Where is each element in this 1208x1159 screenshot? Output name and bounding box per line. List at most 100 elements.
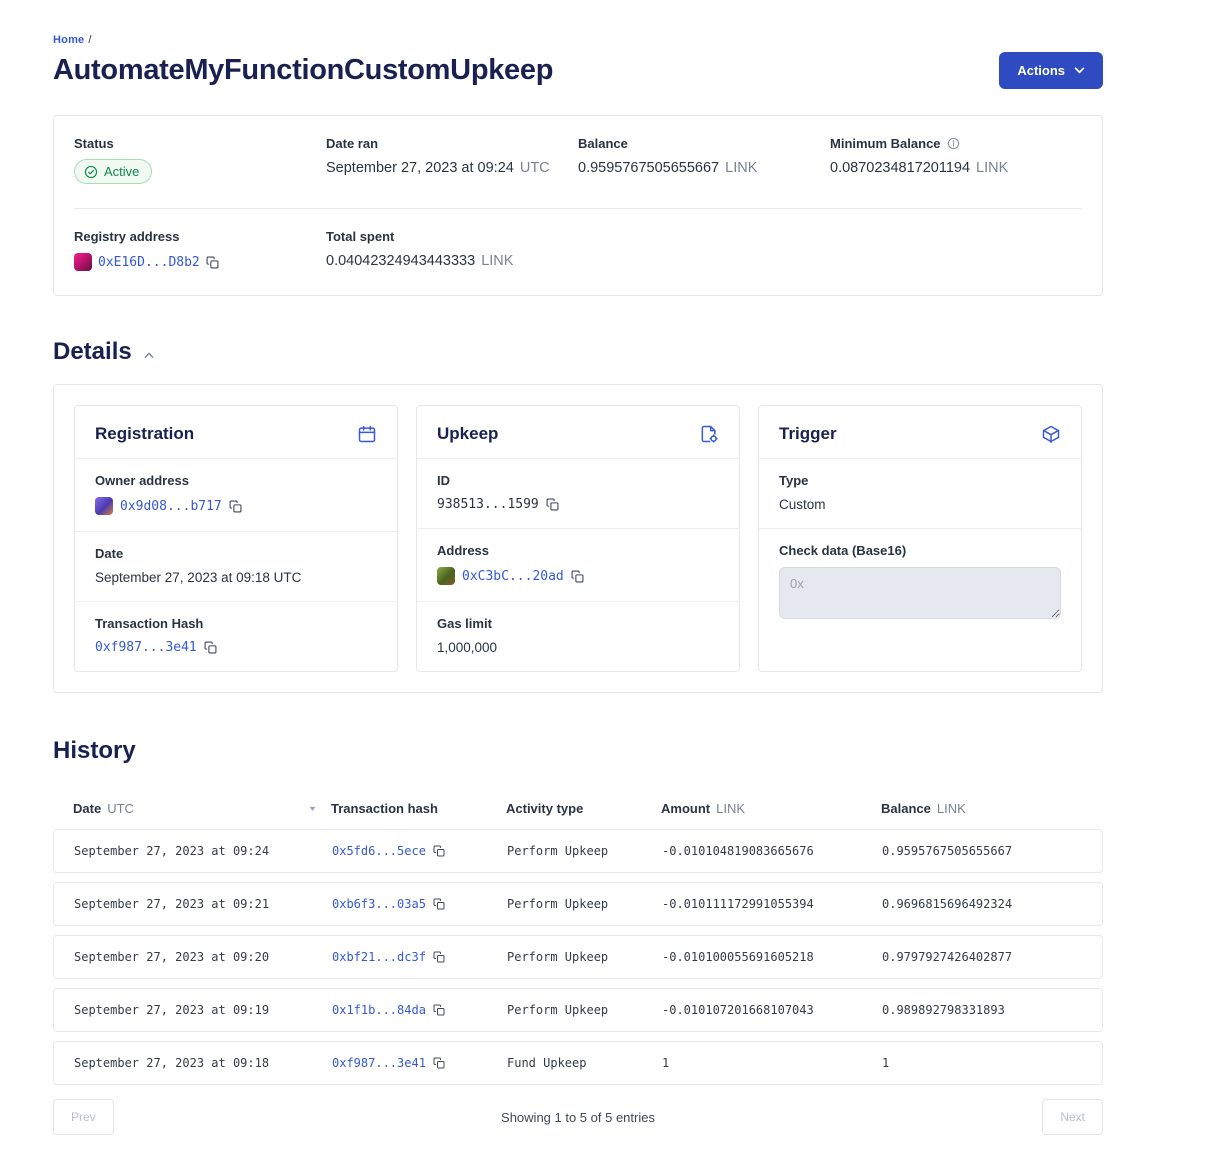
column-balance-unit: LINK xyxy=(937,801,966,816)
breadcrumb: Home/ xyxy=(53,34,1103,46)
copy-icon[interactable] xyxy=(433,1057,445,1069)
column-amount-label: Amount xyxy=(661,801,710,816)
registration-date-field: Date September 27, 2023 at 09:18 UTC xyxy=(75,532,397,602)
chevron-up-icon xyxy=(144,352,154,359)
balance-value: 0.9595767505655667 xyxy=(578,160,719,176)
row-balance: 0.989892798331893 xyxy=(882,1003,1082,1017)
row-activity: Perform Upkeep xyxy=(507,1003,662,1017)
row-tx-link[interactable]: 0x5fd6...5ece xyxy=(332,844,426,858)
document-gear-icon xyxy=(699,424,719,444)
row-tx-link[interactable]: 0x1f1b...84da xyxy=(332,1003,426,1017)
chevron-down-icon xyxy=(1074,67,1085,74)
copy-icon[interactable] xyxy=(204,641,217,654)
row-activity: Fund Upkeep xyxy=(507,1056,662,1070)
column-date-label: Date xyxy=(73,801,101,816)
history-table: Date UTC Transaction hash Activity type … xyxy=(53,787,1103,1085)
table-row: September 27, 2023 at 09:24 0x5fd6...5ec… xyxy=(53,829,1103,873)
row-activity: Perform Upkeep xyxy=(507,897,662,911)
status-badge-label: Active xyxy=(104,164,139,179)
details-section-title: Details xyxy=(53,338,132,366)
row-tx-link[interactable]: 0xf987...3e41 xyxy=(332,1056,426,1070)
prev-page-button[interactable]: Prev xyxy=(53,1099,114,1135)
copy-icon[interactable] xyxy=(433,951,445,963)
copy-icon[interactable] xyxy=(571,570,584,583)
trigger-type-value: Custom xyxy=(779,497,826,512)
gas-limit-label: Gas limit xyxy=(437,616,719,631)
upkeep-card: Upkeep ID 938513...1599 Address 0xC3bC..… xyxy=(416,405,740,672)
registry-address-field: Registry address 0xE16D...D8b2 xyxy=(74,229,326,271)
date-ran-label: Date ran xyxy=(326,136,578,151)
row-tx-link[interactable]: 0xb6f3...03a5 xyxy=(332,897,426,911)
total-spent-label: Total spent xyxy=(326,229,578,244)
upkeep-id-label: ID xyxy=(437,473,719,488)
history-section-title: History xyxy=(53,737,1103,765)
column-balance: Balance LINK xyxy=(881,801,1083,816)
owner-address-label: Owner address xyxy=(95,473,377,488)
details-panel: Registration Owner address 0x9d08...b717… xyxy=(53,384,1103,693)
balance-label: Balance xyxy=(578,136,830,151)
min-balance-unit: LINK xyxy=(976,160,1008,176)
copy-icon[interactable] xyxy=(546,498,559,511)
page-title: AutomateMyFunctionCustomUpkeep xyxy=(53,54,553,87)
breadcrumb-home-link[interactable]: Home xyxy=(53,34,84,46)
copy-icon[interactable] xyxy=(433,898,445,910)
owner-address-link[interactable]: 0x9d08...b717 xyxy=(120,499,222,514)
registration-date-value: September 27, 2023 at 09:18 UTC xyxy=(95,570,301,585)
check-data-input[interactable] xyxy=(779,567,1061,619)
gas-limit-field: Gas limit 1,000,000 xyxy=(417,602,739,671)
upkeep-card-title: Upkeep xyxy=(437,424,498,444)
copy-icon[interactable] xyxy=(433,845,445,857)
total-spent-field: Total spent 0.04042324943443333LINK xyxy=(326,229,578,271)
copy-icon[interactable] xyxy=(229,500,242,513)
row-date: September 27, 2023 at 09:19 xyxy=(74,1003,332,1017)
copy-icon[interactable] xyxy=(206,256,219,269)
registry-address-link[interactable]: 0xE16D...D8b2 xyxy=(98,255,200,270)
upkeep-address-link[interactable]: 0xC3bC...20ad xyxy=(462,569,564,584)
column-transaction-hash: Transaction hash xyxy=(331,801,506,816)
check-data-field: Check data (Base16) xyxy=(759,529,1081,640)
row-balance: 0.9595767505655667 xyxy=(882,844,1082,858)
row-date: September 27, 2023 at 09:24 xyxy=(74,844,332,858)
table-row: September 27, 2023 at 09:18 0xf987...3e4… xyxy=(53,1041,1103,1085)
row-tx-link[interactable]: 0xbf21...dc3f xyxy=(332,950,426,964)
upkeep-id-value: 938513...1599 xyxy=(437,497,539,512)
actions-button-label: Actions xyxy=(1017,63,1065,78)
status-label: Status xyxy=(74,136,326,151)
check-circle-icon xyxy=(84,165,98,179)
title-row: AutomateMyFunctionCustomUpkeep Actions xyxy=(53,52,1103,89)
sort-desc-icon[interactable] xyxy=(308,804,317,813)
column-balance-label: Balance xyxy=(881,801,931,816)
row-balance: 0.9696815696492324 xyxy=(882,897,1082,911)
row-date: September 27, 2023 at 09:21 xyxy=(74,897,332,911)
row-amount: -0.010111172991055394 xyxy=(662,897,882,911)
registration-date-label: Date xyxy=(95,546,377,561)
actions-button[interactable]: Actions xyxy=(999,52,1103,89)
date-ran-unit: UTC xyxy=(520,160,550,176)
history-table-header: Date UTC Transaction hash Activity type … xyxy=(53,787,1103,829)
trigger-card: Trigger Type Custom Check data (Base16) xyxy=(758,405,1082,672)
summary-row-2: Registry address 0xE16D...D8b2 Total spe… xyxy=(54,209,1102,295)
calendar-icon xyxy=(357,424,377,444)
row-activity: Perform Upkeep xyxy=(507,844,662,858)
collapse-details-button[interactable] xyxy=(142,350,156,361)
info-icon[interactable] xyxy=(947,137,960,150)
contract-identicon xyxy=(437,567,455,585)
upkeep-id-field: ID 938513...1599 xyxy=(417,459,739,529)
next-page-button[interactable]: Next xyxy=(1042,1099,1103,1135)
row-activity: Perform Upkeep xyxy=(507,950,662,964)
transaction-hash-label: Transaction Hash xyxy=(95,616,377,631)
transaction-hash-link[interactable]: 0xf987...3e41 xyxy=(95,640,197,655)
min-balance-field: Minimum Balance 0.0870234817201194LINK xyxy=(830,136,1082,184)
registry-address-label: Registry address xyxy=(74,229,326,244)
copy-icon[interactable] xyxy=(433,1004,445,1016)
row-amount: -0.010100055691605218 xyxy=(662,950,882,964)
date-ran-value: September 27, 2023 at 09:24 xyxy=(326,160,514,176)
trigger-type-label: Type xyxy=(779,473,1061,488)
check-data-label: Check data (Base16) xyxy=(779,543,1061,558)
balance-unit: LINK xyxy=(725,160,757,176)
row-amount: -0.010107201668107043 xyxy=(662,1003,882,1017)
table-row: September 27, 2023 at 09:21 0xb6f3...03a… xyxy=(53,882,1103,926)
details-section-head: Details xyxy=(53,338,1103,366)
date-ran-field: Date ran September 27, 2023 at 09:24 UTC xyxy=(326,136,578,184)
table-row: September 27, 2023 at 09:20 0xbf21...dc3… xyxy=(53,935,1103,979)
